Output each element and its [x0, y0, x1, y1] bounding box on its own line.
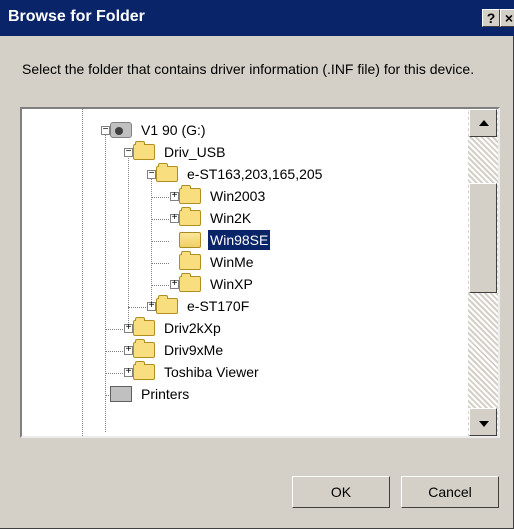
scroll-up-button[interactable]: [469, 109, 497, 137]
tree-item-label: WinMe: [210, 254, 254, 270]
folder-icon: [133, 339, 155, 358]
browse-for-folder-dialog: Browse for Folder ? × Select the folder …: [0, 0, 514, 529]
cancel-button[interactable]: Cancel: [401, 476, 499, 508]
tree-item-label: Driv9xMe: [164, 342, 224, 358]
collapse-toggle-drive[interactable]: −: [101, 125, 110, 135]
tree-item-driv-usb[interactable]: Driv_USB: [133, 141, 227, 163]
expand-toggle-winxp[interactable]: +: [170, 279, 179, 289]
tree-item-printers[interactable]: Printers: [110, 383, 191, 405]
tree-item-label: Driv2kXp: [164, 320, 221, 336]
tree-item-toshiba-viewer[interactable]: Toshiba Viewer: [133, 361, 261, 383]
folder-icon: [133, 141, 155, 160]
ok-button[interactable]: OK: [292, 476, 390, 508]
tree-item-winme[interactable]: WinMe: [179, 251, 256, 273]
folder-tree-panel[interactable]: − − − + + + + + + + V1 90 (G:) Driv_USB …: [20, 107, 500, 438]
tree-item-winxp[interactable]: WinXP: [179, 273, 255, 295]
scroll-down-button[interactable]: [469, 408, 497, 436]
printer-icon: [110, 386, 132, 402]
tree-item-win98se[interactable]: Win98SE: [179, 229, 271, 251]
scroll-thumb[interactable]: [469, 183, 497, 293]
tree-item-drive[interactable]: V1 90 (G:): [110, 119, 208, 141]
collapse-toggle-driv-usb[interactable]: −: [124, 147, 133, 157]
tree-item-label: Win2K: [210, 210, 252, 226]
tree-item-label: V1 90 (G:): [141, 122, 206, 138]
folder-icon: [179, 273, 201, 292]
tree-item-est170f[interactable]: e-ST170F: [156, 295, 251, 317]
tree-item-label: Win98SE: [208, 230, 271, 250]
tree-item-label: Driv_USB: [164, 144, 226, 160]
tree-item-win2k[interactable]: Win2K: [179, 207, 253, 229]
tree-item-driv2kxp[interactable]: Driv2kXp: [133, 317, 223, 339]
tree-item-label: WinXP: [210, 276, 253, 292]
expand-toggle-toshiba-viewer[interactable]: +: [124, 367, 133, 377]
open-folder-icon: [179, 232, 201, 248]
title-bar: Browse for Folder ? ×: [0, 0, 514, 36]
expand-toggle-est170f[interactable]: +: [147, 301, 156, 311]
folder-tree[interactable]: − − − + + + + + + + V1 90 (G:) Driv_USB …: [22, 109, 469, 436]
folder-icon: [133, 317, 155, 336]
folder-icon: [179, 207, 201, 226]
folder-icon: [179, 251, 201, 270]
folder-icon: [179, 185, 201, 204]
tree-item-label: Win2003: [210, 188, 266, 204]
tree-item-label: e-ST163,203,165,205: [187, 166, 323, 182]
collapse-toggle-est163[interactable]: −: [147, 169, 156, 179]
dialog-title: Browse for Folder: [8, 8, 145, 25]
tree-item-label: Toshiba Viewer: [164, 364, 259, 380]
expand-toggle-win2003[interactable]: +: [170, 191, 179, 201]
tree-item-est163[interactable]: e-ST163,203,165,205: [156, 163, 324, 185]
help-button[interactable]: ?: [482, 9, 500, 27]
vertical-scrollbar[interactable]: [468, 109, 498, 436]
expand-toggle-driv2kxp[interactable]: +: [124, 323, 133, 333]
prompt-text: Select the folder that contains driver i…: [22, 61, 475, 77]
close-button[interactable]: ×: [500, 9, 514, 27]
folder-icon: [133, 361, 155, 380]
tree-item-driv9xme[interactable]: Driv9xMe: [133, 339, 225, 361]
folder-icon: [156, 163, 178, 182]
tree-item-win2003[interactable]: Win2003: [179, 185, 267, 207]
folder-icon: [156, 295, 178, 314]
drive-icon: [110, 122, 132, 138]
expand-toggle-driv9xme[interactable]: +: [124, 345, 133, 355]
tree-item-label: Printers: [141, 386, 190, 402]
expand-toggle-win2k[interactable]: +: [170, 213, 179, 223]
tree-item-label: e-ST170F: [187, 298, 250, 314]
